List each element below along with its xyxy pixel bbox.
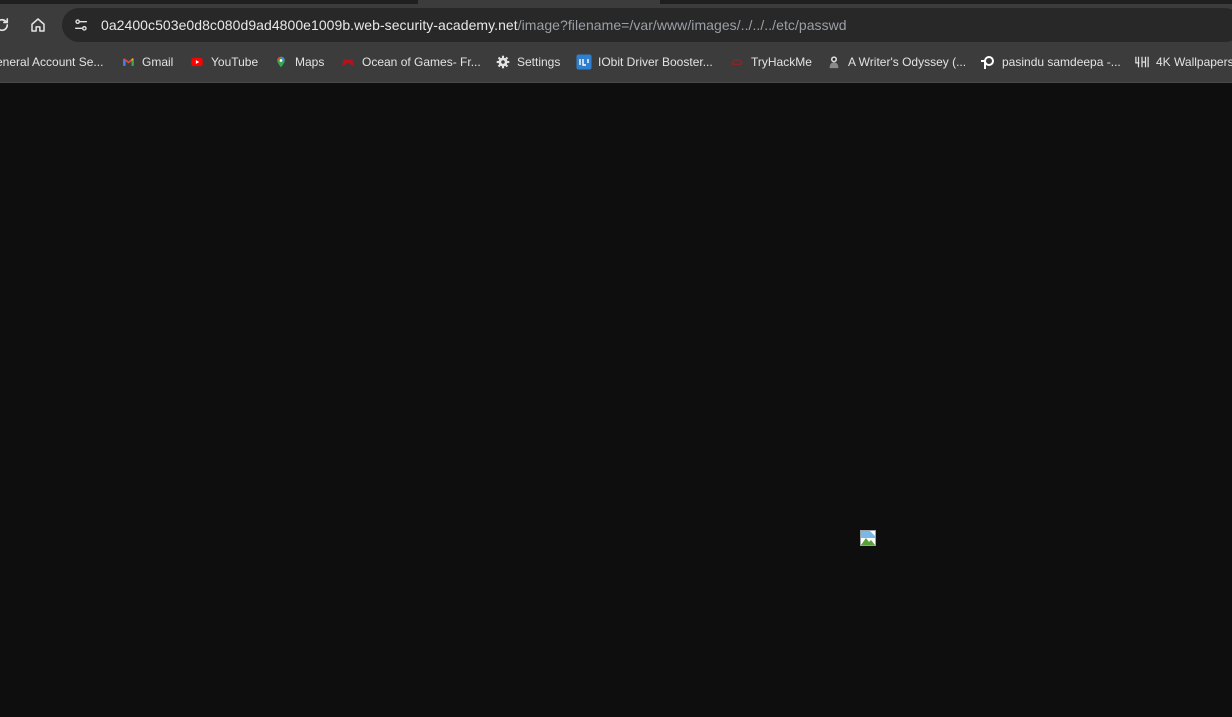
bookmark-label: IObit Driver Booster...: [598, 55, 713, 69]
bookmark-label: pasindu samdeepa -...: [1002, 55, 1121, 69]
bookmarks-bar: eneral Account Se... Gmail YouTube Maps …: [0, 46, 1232, 83]
browser-window: 0a2400c503e0d8c080d9ad4800e1009b.web-sec…: [0, 0, 1232, 717]
bookmark-settings[interactable]: Settings: [495, 46, 560, 78]
home-button[interactable]: [22, 9, 54, 41]
bookmark-label: A Writer's Odyssey (...: [848, 55, 967, 69]
bookmark-label: YouTube: [211, 55, 259, 69]
bookmark-label: 4K Wallpapers: [1156, 55, 1232, 69]
tune-icon: [75, 19, 87, 31]
toolbar: 0a2400c503e0d8c080d9ad4800e1009b.web-sec…: [0, 4, 1232, 46]
bookmark-pasindu[interactable]: pasindu samdeepa -...: [980, 46, 1121, 78]
bookmark-gmail[interactable]: Gmail: [120, 46, 173, 78]
bookmark-maps[interactable]: Maps: [273, 46, 324, 78]
bookmark-label: TryHackMe: [751, 55, 812, 69]
bookmark-writers-odyssey[interactable]: A Writer's Odyssey (...: [826, 46, 966, 78]
gamepad-icon: [340, 54, 356, 70]
address-bar[interactable]: 0a2400c503e0d8c080d9ad4800e1009b.web-sec…: [62, 8, 1232, 42]
page-content: [0, 83, 1232, 717]
broken-image-icon: [860, 530, 876, 546]
url-host: 0a2400c503e0d8c080d9ad4800e1009b.web-sec…: [101, 17, 518, 33]
pasindu-icon: [980, 54, 996, 70]
maps-icon: [273, 54, 289, 70]
iobit-icon: [576, 54, 592, 70]
reload-icon: [0, 18, 9, 32]
bookmark-youtube[interactable]: YouTube: [189, 46, 258, 78]
bookmark-label: Maps: [295, 55, 325, 69]
bookmark-ocean-of-games[interactable]: Ocean of Games- Fr...: [340, 46, 481, 78]
gear-icon: [495, 54, 511, 70]
youtube-icon: [189, 54, 205, 70]
bookmark-label: Ocean of Games- Fr...: [362, 55, 481, 69]
bookmark-label: Settings: [517, 55, 561, 69]
url-text[interactable]: 0a2400c503e0d8c080d9ad4800e1009b.web-sec…: [101, 17, 847, 33]
home-icon: [31, 18, 45, 32]
tryhackme-icon: [729, 54, 745, 70]
site-info-button[interactable]: [64, 8, 98, 42]
url-path: /image?filename=/var/www/images/../../..…: [517, 17, 847, 33]
reload-button[interactable]: [0, 9, 18, 41]
gmail-icon: [120, 54, 136, 70]
bookmark-4k-wallpapers[interactable]: 4K Wallpapers: [1134, 46, 1232, 78]
movie-icon: [826, 54, 842, 70]
bookmark-iobit[interactable]: IObit Driver Booster...: [576, 46, 713, 78]
bookmark-label: eneral Account Se...: [0, 55, 104, 69]
bookmark-label: Gmail: [142, 55, 174, 69]
wallpapers-icon: [1134, 54, 1150, 70]
bookmark-general-account[interactable]: eneral Account Se...: [0, 46, 103, 78]
bookmark-tryhackme[interactable]: TryHackMe: [729, 46, 812, 78]
